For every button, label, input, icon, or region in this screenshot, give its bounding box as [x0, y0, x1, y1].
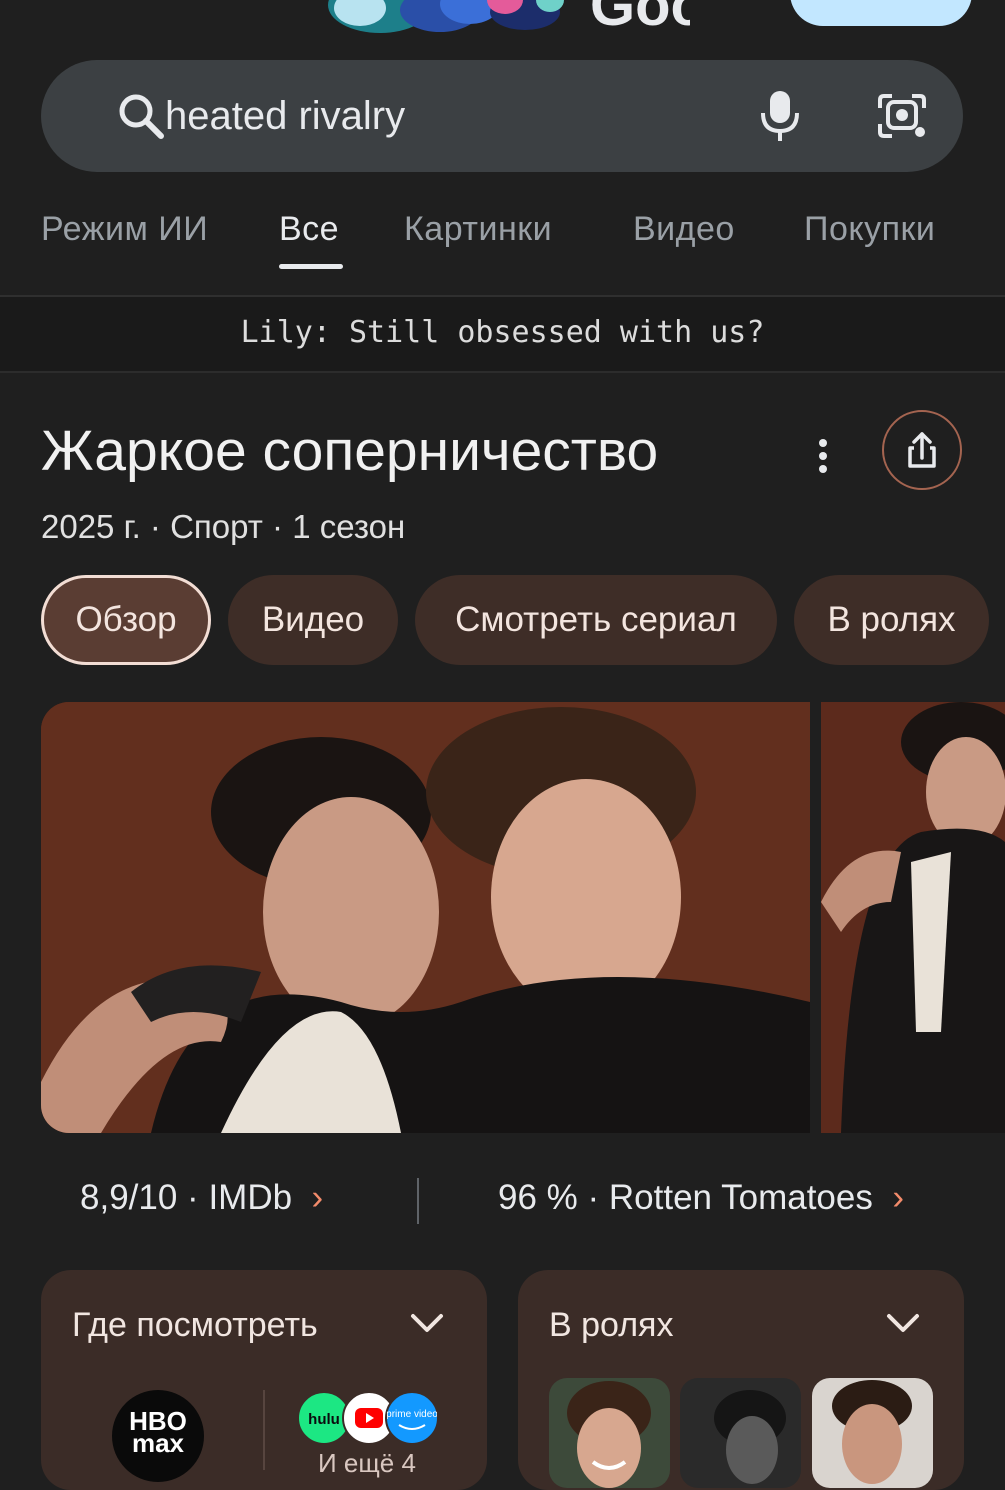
search-bar[interactable]: heated rivalry: [41, 60, 963, 172]
sign-in-button[interactable]: [790, 0, 972, 26]
chevron-down-icon[interactable]: [883, 1308, 923, 1338]
search-icon[interactable]: [113, 88, 169, 144]
hbo-max-logo[interactable]: HBO max: [112, 1390, 204, 1482]
more-providers-text: И ещё 4: [318, 1448, 416, 1478]
search-input[interactable]: heated rivalry: [165, 90, 405, 142]
rating-score: 96 %: [498, 1178, 578, 1217]
card-title: В ролях: [549, 1306, 674, 1344]
cast-photo[interactable]: [680, 1378, 801, 1488]
rating-imdb[interactable]: 8,9/10 · IMDb ›: [80, 1178, 323, 1218]
chip-watch-series[interactable]: Смотреть сериал: [415, 575, 777, 665]
rating-source: Rotten Tomatoes: [608, 1178, 873, 1217]
show-secondary-image[interactable]: [821, 702, 1005, 1133]
logo-text: Google: [590, 0, 690, 38]
chip-video[interactable]: Видео: [228, 575, 398, 665]
divider: [263, 1390, 265, 1470]
caption-overlay: Lily: Still obsessed with us?: [0, 297, 1005, 373]
logo-text: prime video: [387, 1409, 437, 1420]
camera-lens-icon[interactable]: [874, 88, 930, 144]
rating-rotten-tomatoes[interactable]: 96 % · Rotten Tomatoes ›: [498, 1178, 904, 1218]
chip-cast[interactable]: В ролях: [794, 575, 989, 665]
logo-text: hulu: [308, 1411, 340, 1428]
cast-photo[interactable]: [549, 1378, 670, 1488]
card-title: Где посмотреть: [72, 1306, 318, 1344]
chip-overview[interactable]: Обзор: [41, 575, 211, 665]
rating-source: IMDb: [208, 1178, 293, 1217]
prime-video-logo[interactable]: prime video: [385, 1391, 439, 1445]
show-promo-image[interactable]: [41, 702, 810, 1133]
tab-video[interactable]: Видео: [633, 210, 735, 249]
microphone-icon[interactable]: [752, 88, 808, 144]
divider: [417, 1178, 419, 1224]
tab-images[interactable]: Картинки: [404, 210, 552, 249]
chevron-right-icon: ›: [882, 1178, 904, 1217]
entity-title: Жаркое соперничество: [41, 419, 659, 483]
share-icon: [908, 432, 936, 468]
entity-subtitle: 2025 г. · Спорт · 1 сезон: [41, 508, 406, 545]
chevron-down-icon[interactable]: [407, 1308, 447, 1338]
chevron-right-icon: ›: [301, 1178, 324, 1217]
rating-score: 8,9/10: [80, 1178, 178, 1217]
tab-ai-mode[interactable]: Режим ИИ: [41, 210, 208, 249]
active-tab-indicator: [279, 264, 343, 269]
google-doodle-logo[interactable]: Google: [320, 0, 790, 40]
tab-all[interactable]: Все: [279, 210, 339, 249]
tab-shopping[interactable]: Покупки: [804, 210, 935, 249]
cast-photo[interactable]: [812, 1378, 933, 1488]
search-tabs: Режим ИИ Все Картинки Видео Покупки: [0, 200, 1005, 270]
caption-text: Lily: Still obsessed with us?: [240, 315, 765, 350]
share-button[interactable]: [882, 410, 962, 490]
more-vert-icon[interactable]: [803, 432, 843, 480]
logo-text: max: [131, 1428, 185, 1458]
